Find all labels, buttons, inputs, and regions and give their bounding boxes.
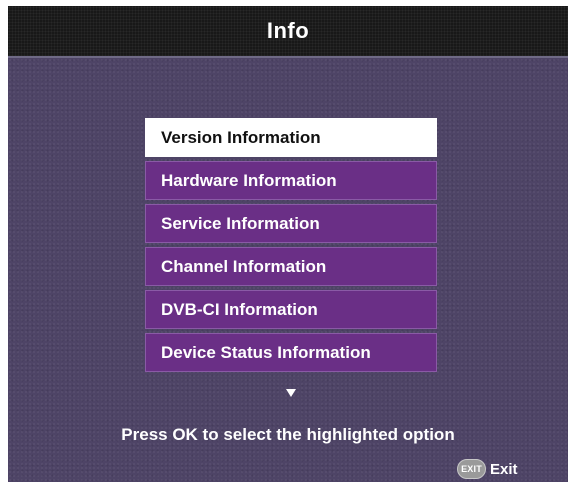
menu-item-version-information[interactable]: Version Information [145,118,437,157]
menu-item-service-information[interactable]: Service Information [145,204,437,243]
menu-item-label: Hardware Information [161,170,337,190]
menu-item-label: DVB-CI Information [161,299,318,319]
menu-item-label: Version Information [161,127,321,147]
menu-item-label: Device Status Information [161,342,371,362]
info-screen: Info Version Information Hardware Inform… [8,6,568,482]
exit-label: Exit [490,460,518,478]
menu-item-dvb-ci-information[interactable]: DVB-CI Information [145,290,437,329]
menu-item-label: Service Information [161,213,320,233]
page-title: Info [266,18,310,43]
title-bar: Info [8,6,568,58]
instruction-text: Press OK to select the highlighted optio… [121,425,455,444]
exit-button[interactable]: EXIT Exit [457,459,518,479]
down-triangle-icon[interactable] [286,389,296,397]
menu-item-hardware-information[interactable]: Hardware Information [145,161,437,200]
menu-item-device-status-information[interactable]: Device Status Information [145,333,437,372]
exit-key-icon: EXIT [457,459,486,479]
info-menu: Version Information Hardware Information… [145,118,437,376]
menu-item-channel-information[interactable]: Channel Information [145,247,437,286]
menu-item-label: Channel Information [161,256,327,276]
